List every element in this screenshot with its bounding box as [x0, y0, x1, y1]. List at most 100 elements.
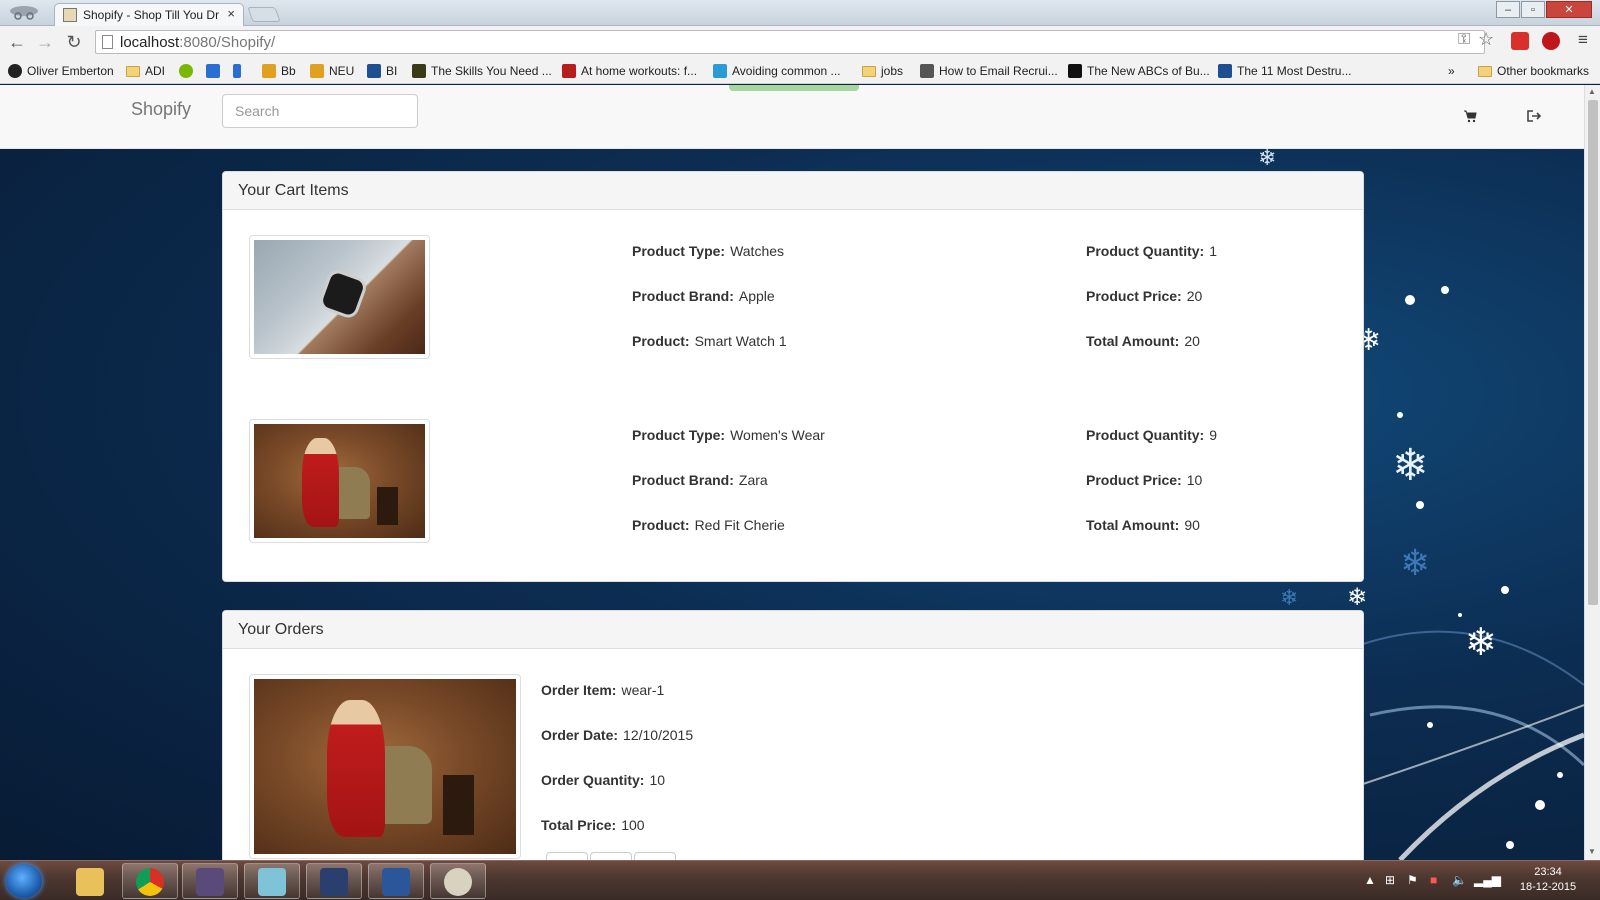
- taskbar-app[interactable]: [244, 863, 300, 899]
- taskbar-clock[interactable]: 23:34 18-12-2015: [1508, 865, 1588, 895]
- reload-icon[interactable]: ↻: [63, 31, 85, 53]
- svg-text:❄: ❄: [1465, 620, 1497, 664]
- cart-panel-heading: Your Cart Items: [223, 172, 1363, 210]
- chrome-icon: [136, 868, 164, 896]
- url-host: localhost: [120, 34, 180, 51]
- extension-adblock-icon[interactable]: [1542, 32, 1560, 50]
- cart-panel: Your Cart Items Product Type: Watches Pro…: [222, 171, 1364, 582]
- scrollbar-thumb[interactable]: [1588, 100, 1598, 605]
- extension-red-icon[interactable]: [1511, 32, 1529, 50]
- bookmark-favicon-icon: [262, 64, 276, 78]
- scroll-up-icon[interactable]: ▲: [1588, 87, 1596, 96]
- bookmark-item[interactable]: At home workouts: f...: [562, 62, 697, 80]
- bookmark-favicon-icon: [8, 64, 22, 78]
- window-minimize-button[interactable]: –: [1496, 1, 1520, 18]
- key-icon[interactable]: ⚿: [1458, 31, 1470, 49]
- cart-item-total: Total Amount: 90: [1086, 517, 1200, 533]
- orders-panel-heading: Your Orders: [223, 611, 1363, 649]
- bookmark-item[interactable]: Oliver Emberton: [8, 62, 114, 80]
- windows-flag-icon[interactable]: ⊞: [1385, 873, 1395, 887]
- cart-item-brand: Product Brand: Apple: [632, 288, 775, 304]
- bookmark-item[interactable]: [206, 62, 225, 80]
- bookmark-item[interactable]: The New ABCs of Bu...: [1068, 62, 1210, 80]
- chrome-menu-icon[interactable]: ≡: [1578, 30, 1588, 50]
- address-bar[interactable]: localhost:8080/Shopify/: [95, 30, 1485, 54]
- other-bookmarks-folder[interactable]: Other bookmarks: [1478, 62, 1589, 80]
- tray-app-icon[interactable]: ■: [1430, 873, 1437, 887]
- new-tab-button[interactable]: [247, 7, 281, 22]
- bookmark-favicon-icon: [367, 64, 381, 78]
- taskbar-chrome[interactable]: [122, 863, 178, 899]
- bookmark-favicon-icon: [310, 64, 324, 78]
- taskbar-explorer[interactable]: [62, 863, 118, 899]
- browser-tab-shopify[interactable]: Shopify - Shop Till You Dr ×: [54, 3, 244, 26]
- page-scrollbar[interactable]: ▲ ▼: [1584, 85, 1600, 860]
- action-center-icon[interactable]: ⚑: [1407, 873, 1418, 887]
- folder-icon: [76, 868, 104, 896]
- cart-item-type: Product Type: Watches: [632, 243, 785, 259]
- volume-icon[interactable]: 🔈: [1452, 873, 1467, 887]
- cart-item-price: Product Price: 10: [1086, 472, 1203, 488]
- bookmark-star-icon[interactable]: ☆: [1478, 29, 1494, 50]
- clock-date: 18-12-2015: [1519, 881, 1577, 893]
- bookmark-item[interactable]: Bb: [262, 62, 296, 80]
- bookmark-item[interactable]: Avoiding common ...: [713, 62, 841, 80]
- bookmark-favicon-icon: [1218, 64, 1232, 78]
- cart-item-product: Product: Smart Watch 1: [632, 333, 787, 349]
- cart-item-product: Product: Red Fit Cherie: [632, 517, 785, 533]
- clock-time: 23:34: [1534, 866, 1562, 878]
- bookmark-favicon-icon: [1068, 64, 1082, 78]
- bookmark-item[interactable]: [233, 62, 252, 80]
- bookmark-item[interactable]: How to Email Recrui...: [920, 62, 1058, 80]
- url-path: :8080/Shopify/: [179, 34, 276, 51]
- bookmark-favicon-icon: [713, 64, 727, 78]
- paint-icon: [444, 868, 472, 896]
- eclipse-ide-icon: [196, 868, 224, 896]
- bookmark-item[interactable]: [179, 62, 198, 80]
- svg-text:❄: ❄: [1258, 146, 1276, 171]
- browser-tabstrip: Shopify - Shop Till You Dr × – ▫ ✕: [0, 0, 1600, 26]
- bookmark-favicon-icon: [233, 64, 241, 78]
- cart-item-image[interactable]: [249, 419, 430, 543]
- cart-icon[interactable]: [1463, 109, 1477, 128]
- svg-text:❄: ❄: [1347, 583, 1367, 611]
- cart-item-total: Total Amount: 20: [1086, 333, 1200, 349]
- bookmark-item[interactable]: The Skills You Need ...: [412, 62, 552, 80]
- bookmark-folder-adi[interactable]: ADI: [126, 62, 165, 80]
- network-icon[interactable]: ▂▄▆: [1474, 873, 1501, 887]
- site-brand[interactable]: Shopify: [131, 99, 191, 120]
- windows-taskbar: ▲ ⊞ ⚑ ■ 🔈 ▂▄▆ 23:34 18-12-2015: [0, 860, 1600, 900]
- search-input[interactable]: [222, 94, 418, 128]
- folder-icon: [1478, 66, 1492, 77]
- red-dress-photo: [254, 424, 425, 538]
- bookmark-favicon-icon: [562, 64, 576, 78]
- order-item-image[interactable]: [249, 674, 521, 859]
- bookmark-folder-jobs[interactable]: jobs: [862, 62, 903, 80]
- window-maximize-button[interactable]: ▫: [1521, 1, 1545, 18]
- taskbar-word[interactable]: [368, 863, 424, 899]
- scroll-down-icon[interactable]: ▼: [1588, 847, 1596, 856]
- incognito-icon: [6, 2, 42, 22]
- windows-start-button[interactable]: [6, 864, 42, 898]
- taskbar-visual-studio[interactable]: [306, 863, 362, 899]
- cart-item-image[interactable]: [249, 235, 430, 359]
- notification-strip: [729, 85, 859, 91]
- bookmarks-overflow-button[interactable]: »: [1448, 62, 1455, 80]
- forward-arrow-icon[interactable]: →: [34, 31, 56, 53]
- bookmark-favicon-icon: [920, 64, 934, 78]
- bookmark-item[interactable]: BI: [367, 62, 397, 80]
- folder-icon: [862, 66, 876, 77]
- window-close-button[interactable]: ✕: [1546, 1, 1592, 18]
- taskbar-eclipse[interactable]: [182, 863, 238, 899]
- bookmark-item[interactable]: The 11 Most Destru...: [1218, 62, 1352, 80]
- order-item-name: Order Item: wear-1: [541, 682, 665, 698]
- tab-title: Shopify - Shop Till You Dr: [83, 8, 219, 22]
- back-arrow-icon[interactable]: ←: [6, 31, 28, 53]
- taskbar-paint[interactable]: [430, 863, 486, 899]
- tray-expand-icon[interactable]: ▲: [1364, 873, 1376, 887]
- tab-close-icon[interactable]: ×: [227, 6, 235, 21]
- order-item-date: Order Date: 12/10/2015: [541, 727, 694, 743]
- bookmark-item[interactable]: NEU: [310, 62, 354, 80]
- logout-icon[interactable]: [1526, 109, 1542, 128]
- svg-text:❄: ❄: [1280, 586, 1298, 611]
